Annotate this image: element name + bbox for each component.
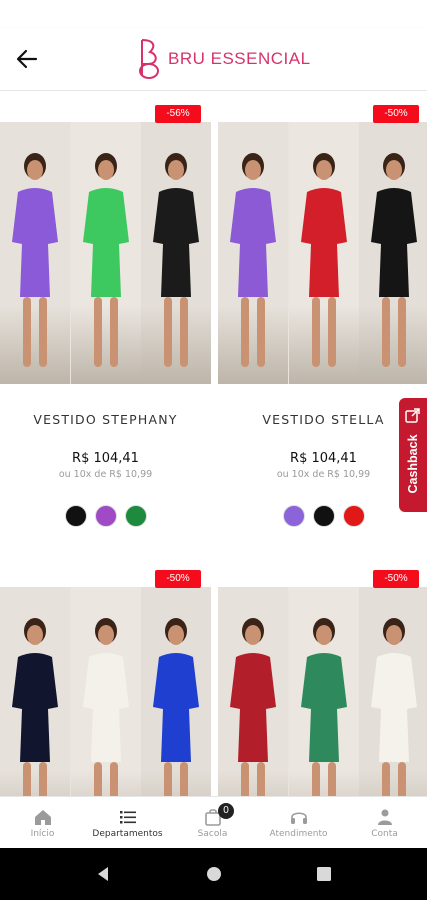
- model-photo-panel: [288, 587, 359, 796]
- app-header: BRU ESSENCIAL: [0, 28, 427, 91]
- product-photo[interactable]: [0, 122, 211, 384]
- model-photo-panel: [288, 122, 359, 384]
- product-photo[interactable]: [218, 122, 427, 384]
- model-photo-panel: [359, 122, 427, 384]
- headset-icon: [290, 812, 307, 824]
- nav-item-atendimento[interactable]: Atendimento: [256, 797, 341, 849]
- model-photo-panel: [359, 587, 427, 796]
- model-photo-panel: [0, 122, 70, 384]
- nav-item-departamentos[interactable]: Departamentos: [85, 797, 170, 849]
- brand-monogram-icon: [139, 39, 159, 79]
- status-bar: [0, 0, 427, 28]
- color-swatches: [218, 505, 427, 527]
- brand-logo: BRU ESSENCIAL: [136, 36, 311, 82]
- installments-text: ou 10x de R$ 10,99: [58, 469, 153, 480]
- color-swatch[interactable]: [312, 505, 335, 527]
- model-photo-panel: [70, 122, 141, 384]
- nav-label: Atendimento: [269, 829, 328, 839]
- color-swatch[interactable]: [64, 505, 87, 527]
- model-photo-panel: [141, 587, 211, 796]
- nav-label: Sacola: [197, 829, 228, 839]
- nav-item-conta[interactable]: Conta: [342, 797, 427, 849]
- back-arrow-icon[interactable]: [14, 46, 40, 72]
- brand-name: BRU ESSENCIAL: [168, 49, 311, 68]
- cart-count-badge: 0: [218, 803, 234, 819]
- nav-label: Conta: [371, 829, 398, 839]
- model-photo-panel: [70, 587, 141, 796]
- cashback-label: Cashback: [406, 434, 420, 494]
- color-swatch[interactable]: [342, 505, 365, 527]
- color-swatch[interactable]: [124, 505, 147, 527]
- cashback-tab[interactable]: Cashback: [399, 398, 427, 512]
- installments-text: ou 10x de R$ 10,99: [276, 469, 371, 480]
- product-price: R$ 104,41: [72, 451, 139, 466]
- color-swatches: [0, 505, 211, 527]
- color-swatch[interactable]: [282, 505, 305, 527]
- product-photo[interactable]: [0, 587, 211, 796]
- system-navigation-bar: [0, 848, 427, 900]
- model-photo-panel: [141, 122, 211, 384]
- system-home-icon[interactable]: [203, 863, 225, 885]
- model-photo-panel: [218, 122, 288, 384]
- bottom-navigation: Início Departamentos 0 Sacola Atendiment…: [0, 796, 427, 849]
- product-grid[interactable]: -56% VESTIDO STEPHANY R$ 104,41 ou 10x d…: [0, 91, 427, 796]
- product-name[interactable]: VESTIDO STEPHANY: [0, 412, 211, 427]
- nav-item-sacola[interactable]: 0 Sacola: [170, 797, 255, 849]
- home-icon: [34, 810, 51, 825]
- discount-badge: -56%: [155, 105, 201, 123]
- system-recents-icon[interactable]: [313, 863, 335, 885]
- nav-item-inicio[interactable]: Início: [0, 797, 85, 849]
- system-back-icon[interactable]: [92, 863, 114, 885]
- product-price: R$ 104,41: [290, 451, 357, 466]
- color-swatch[interactable]: [94, 505, 117, 527]
- model-photo-panel: [0, 587, 70, 796]
- person-icon: [377, 809, 392, 825]
- discount-badge: -50%: [373, 105, 419, 123]
- discount-badge: -50%: [373, 570, 419, 588]
- nav-label: Departamentos: [92, 829, 163, 839]
- external-link-icon: [405, 408, 420, 423]
- list-icon: [119, 811, 136, 824]
- nav-label: Início: [30, 829, 55, 839]
- discount-badge: -50%: [155, 570, 201, 588]
- product-photo[interactable]: [218, 587, 427, 796]
- product-name[interactable]: VESTIDO STELLA: [218, 412, 427, 427]
- model-photo-panel: [218, 587, 288, 796]
